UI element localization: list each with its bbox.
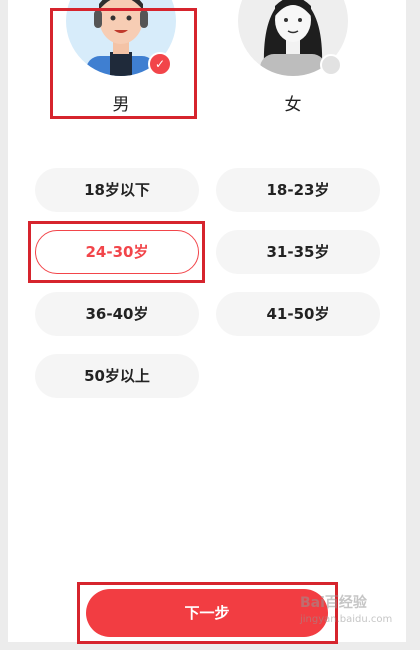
baidu-jingyan-watermark: Bai百经验 jingyan.baidu.com xyxy=(300,592,420,632)
age-option-18-23[interactable]: 18-23岁 xyxy=(216,168,380,212)
male-highlight-box xyxy=(50,8,197,119)
age-option-41-50[interactable]: 41-50岁 xyxy=(216,292,380,336)
age-option-over-50[interactable]: 50岁以上 xyxy=(35,354,199,398)
watermark-url: jingyan.baidu.com xyxy=(300,614,393,625)
female-unselected-indicator xyxy=(320,54,342,76)
age-option-36-40[interactable]: 36-40岁 xyxy=(35,292,199,336)
female-label[interactable]: 女 xyxy=(238,90,348,115)
age-option-31-35[interactable]: 31-35岁 xyxy=(216,230,380,274)
watermark-brand: Bai百经验 xyxy=(300,595,367,611)
next-highlight-box xyxy=(77,582,338,644)
age-option-under-18[interactable]: 18岁以下 xyxy=(35,168,199,212)
age-highlight-box xyxy=(28,221,205,283)
